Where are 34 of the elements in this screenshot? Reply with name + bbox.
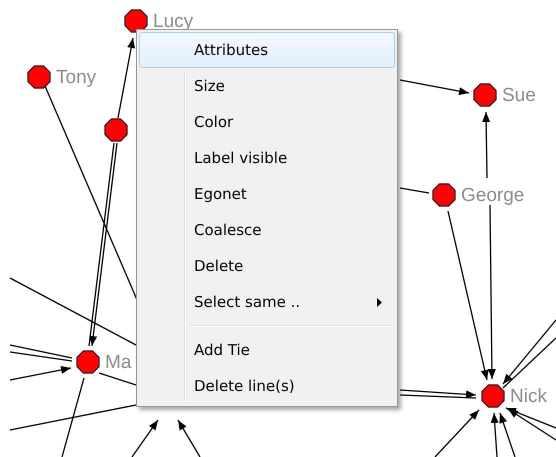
network-node[interactable] — [432, 183, 456, 207]
menu-item[interactable]: Color — [139, 104, 395, 140]
network-node[interactable] — [481, 384, 505, 408]
edge-arrow — [177, 420, 201, 457]
edge-line — [98, 372, 136, 386]
node-label: Nick — [510, 386, 547, 407]
edge-arrow — [10, 366, 72, 381]
menu-item[interactable]: Coalesce — [139, 212, 395, 248]
edge-arrow — [502, 320, 556, 384]
edge-line — [502, 338, 556, 388]
edge-arrow — [482, 112, 490, 178]
menu-item[interactable]: Label visible — [139, 140, 395, 176]
edge-arrow — [434, 410, 480, 457]
node-label: Tony — [56, 67, 96, 88]
menu-item[interactable]: Select same .. — [139, 284, 395, 320]
network-node[interactable] — [27, 65, 51, 89]
menu-item[interactable]: Delete line(s) — [139, 368, 395, 404]
edge-line — [10, 351, 72, 362]
edge-arrow — [131, 420, 159, 457]
menu-item[interactable]: Egonet — [139, 176, 395, 212]
menu-item[interactable]: Delete — [139, 248, 395, 284]
node-label: Lucy — [153, 11, 194, 32]
edge-arrow — [400, 79, 470, 96]
node-label: Sue — [502, 85, 536, 106]
menu-item[interactable]: Attributes — [139, 32, 395, 68]
menu-item[interactable]: Size — [139, 68, 395, 104]
network-node[interactable] — [76, 350, 100, 374]
network-node[interactable] — [124, 9, 148, 33]
network-node[interactable] — [104, 118, 128, 142]
menu-item[interactable]: Add Tie — [139, 332, 395, 368]
network-node[interactable] — [473, 83, 497, 107]
node-label: Ma — [105, 352, 132, 373]
node-label: George — [461, 185, 524, 206]
edge-line — [400, 187, 430, 194]
